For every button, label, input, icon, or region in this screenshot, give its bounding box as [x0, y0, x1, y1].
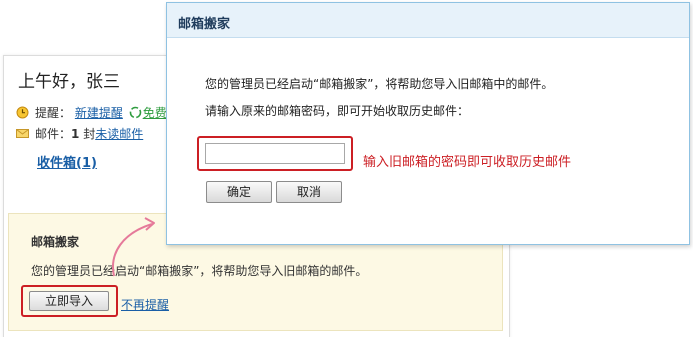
curved-arrow-icon — [112, 217, 155, 277]
dialog-instruction: 请输入原来的邮箱密码，即可开始收取历史邮件： — [205, 104, 470, 118]
greeting-text: 上午好，张三 — [18, 72, 120, 92]
reminder-label: 提醒： — [35, 106, 72, 120]
notice-title: 邮箱搬家 — [31, 235, 80, 249]
dismiss-link[interactable]: 不再提醒 — [121, 296, 169, 313]
cancel-button[interactable]: 取消 — [276, 181, 342, 203]
ok-button[interactable]: 确定 — [206, 181, 272, 203]
screenshot-root: 上午好，张三 提醒： 新建提醒 免费 邮件：1 封未读邮件 收件箱(1) 邮箱搬… — [0, 0, 693, 337]
password-hint: 输入旧邮箱的密码即可收取历史邮件 — [363, 155, 572, 170]
mail-count-unit: 封 — [83, 127, 96, 141]
unread-mail-link[interactable]: 未读邮件 — [95, 127, 143, 141]
import-now-button[interactable]: 立即导入 — [29, 291, 109, 311]
migration-dialog: 邮箱搬家 您的管理员已经启动“邮箱搬家”，将帮助您导入旧邮箱中的邮件。 请输入原… — [166, 2, 690, 245]
import-button-highlight: 立即导入 — [21, 285, 118, 317]
mail-label: 邮件： — [35, 127, 72, 141]
mail-count: 1 — [71, 127, 80, 141]
new-reminder-link[interactable]: 新建提醒 — [75, 106, 123, 120]
recycle-icon — [129, 106, 141, 119]
dialog-description: 您的管理员已经启动“邮箱搬家”，将帮助您导入旧邮箱中的邮件。 — [205, 77, 554, 91]
old-password-input[interactable] — [205, 143, 345, 164]
dialog-header: 邮箱搬家 — [167, 3, 689, 38]
reminder-row: 提醒： 新建提醒 免费 — [16, 104, 167, 121]
mail-row: 邮件：1 封未读邮件 — [16, 125, 143, 142]
inbox-link[interactable]: 收件箱(1) — [37, 152, 97, 171]
dialog-title: 邮箱搬家 — [178, 17, 231, 32]
notice-text: 您的管理员已经启动“邮箱搬家”，将帮助您导入旧邮箱的邮件。 — [31, 264, 368, 278]
password-field-highlight — [197, 136, 353, 171]
clock-icon — [16, 106, 29, 119]
free-link[interactable]: 免费 — [143, 106, 167, 120]
envelope-icon — [16, 129, 29, 138]
